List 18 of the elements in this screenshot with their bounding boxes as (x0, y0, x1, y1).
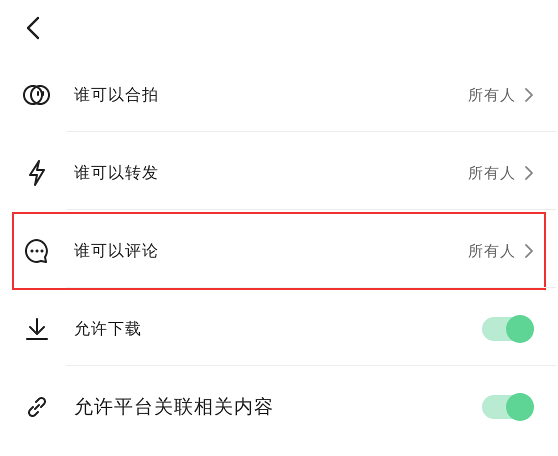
setting-label: 谁可以评论 (74, 240, 160, 262)
two-circles-icon (23, 84, 51, 106)
chevron-right-icon[interactable] (524, 243, 534, 259)
toggle-switch[interactable] (480, 393, 534, 421)
setting-label: 谁可以转发 (74, 162, 160, 184)
setting-label: 允许平台关联相关内容 (74, 395, 275, 420)
link-icon (25, 395, 49, 419)
setting-label: 允许下载 (74, 318, 143, 340)
setting-value: 所有人 (468, 164, 516, 182)
setting-label: 谁可以合拍 (74, 84, 160, 106)
setting-value: 所有人 (468, 86, 516, 104)
chevron-right-icon[interactable] (524, 87, 534, 103)
download-icon (25, 317, 49, 341)
chevron-right-icon[interactable] (524, 165, 534, 181)
setting-value: 所有人 (468, 242, 516, 260)
toggle-switch[interactable] (480, 315, 534, 343)
chat-bubble-icon (24, 238, 50, 264)
lightning-icon (27, 159, 47, 187)
